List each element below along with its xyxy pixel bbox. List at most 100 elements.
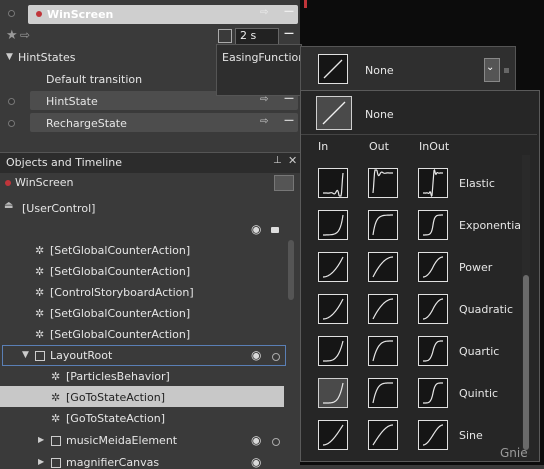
easing-tile-quadratic-in[interactable] [318, 294, 348, 324]
media-element-icon [51, 436, 61, 446]
usercontrol-label[interactable]: [UserControl] [22, 202, 95, 215]
easing-tile-quintic-inout[interactable] [418, 378, 448, 408]
rechargestate-add-transition-icon[interactable]: ⇨ [260, 116, 268, 127]
add-state-icon[interactable]: ⇨ [20, 28, 30, 42]
easing-preview-label[interactable]: None [365, 108, 394, 121]
easing-tile-sine-out[interactable] [368, 420, 398, 450]
easing-curve-icon [423, 298, 443, 320]
easing-function-label-elastic: Elastic [459, 177, 495, 190]
easing-tile-power-inout[interactable] [418, 252, 448, 282]
rechargestate-dot[interactable] [8, 120, 15, 127]
expand-arrow-icon[interactable]: ▶ [38, 435, 44, 444]
easing-curve-icon [323, 298, 344, 320]
behavior-icon: ✲ [35, 328, 45, 341]
combobox-grip [504, 68, 509, 73]
grid-icon [35, 351, 45, 361]
easing-function-label: EasingFunction [222, 51, 306, 64]
easing-curve-icon [323, 340, 344, 362]
expand-arrow-icon[interactable]: ▼ [6, 52, 13, 62]
chevron-down-icon: ⌄ [486, 62, 495, 73]
easing-tile-exponential-out[interactable] [368, 210, 398, 240]
close-panel-icon[interactable]: ✕ [288, 154, 297, 167]
remove-transition-icon[interactable]: — [284, 28, 294, 39]
easing-tile-sine-inout[interactable] [418, 420, 448, 450]
scope-up-icon[interactable]: ⏏ [4, 200, 13, 211]
easing-combobox-preview [318, 54, 348, 84]
rechargestate-remove-icon[interactable]: — [284, 115, 294, 126]
tree-item-label[interactable]: [GoToStateAction] [66, 391, 165, 404]
tree-item-label[interactable]: magnifierCanvas [66, 456, 159, 469]
easing-curve-icon [323, 214, 344, 236]
scope-record-icon [5, 180, 11, 186]
state-group-dot[interactable] [8, 10, 15, 17]
tree-item-label[interactable]: [SetGlobalCounterAction] [50, 265, 190, 278]
tree-scrollbar-thumb[interactable] [288, 240, 294, 300]
easing-tile-quadratic-inout[interactable] [418, 294, 448, 324]
tree-item-label[interactable]: [SetGlobalCounterAction] [50, 244, 190, 257]
layoutroot-label: LayoutRoot [50, 349, 113, 362]
behavior-icon: ✲ [51, 412, 61, 425]
easing-curve-icon [372, 382, 393, 404]
easing-tile-quartic-out[interactable] [368, 336, 398, 366]
hintstate-label: HintState [46, 95, 98, 108]
behavior-icon: ✲ [35, 265, 45, 278]
easing-curve-icon [323, 256, 344, 278]
transition-preview-icon[interactable] [218, 29, 232, 43]
easing-curve-icon [372, 340, 393, 362]
timeline-view-button[interactable] [274, 175, 294, 191]
none-easing-tile[interactable] [316, 96, 352, 130]
easing-curve-icon [372, 214, 393, 236]
easing-curve-icon [423, 256, 443, 278]
easing-tile-quintic-out[interactable] [368, 378, 398, 408]
easing-tile-quintic-in[interactable] [318, 378, 348, 408]
tree-item-label[interactable]: musicMeidaElement [66, 434, 177, 447]
easing-tile-exponential-in[interactable] [318, 210, 348, 240]
behavior-icon: ✲ [35, 244, 45, 257]
star-icon[interactable]: ★ [6, 28, 18, 43]
visibility-header-icon[interactable]: ◉ [251, 222, 261, 236]
duration-value: 2 s [240, 29, 257, 42]
tree-item-label[interactable]: [GoToStateAction] [66, 412, 165, 425]
record-icon [36, 11, 42, 17]
easing-curve-icon [372, 169, 393, 194]
easing-tile-elastic-inout[interactable] [418, 168, 448, 198]
easing-tile-quartic-inout[interactable] [418, 336, 448, 366]
collapse-arrow-icon[interactable]: ▼ [22, 350, 29, 360]
easing-curve-icon [323, 382, 344, 404]
easing-function-label-power: Power [459, 261, 493, 274]
remove-state-icon[interactable]: — [284, 6, 294, 17]
easing-tile-power-in[interactable] [318, 252, 348, 282]
tree-item-label[interactable]: [SetGlobalCounterAction] [50, 328, 190, 341]
easing-tile-elastic-in[interactable] [318, 168, 348, 198]
layoutroot-visibility-icon[interactable]: ◉ [251, 348, 261, 362]
tree-item-label[interactable]: [ControlStoryboardAction] [50, 286, 194, 299]
easing-tile-elastic-out[interactable] [368, 168, 398, 198]
tree-item-label[interactable]: [ParticlesBehavior] [66, 370, 170, 383]
layoutroot-lock-icon[interactable] [272, 353, 280, 361]
easing-curve-icon [423, 214, 443, 236]
easing-tile-power-out[interactable] [368, 252, 398, 282]
easing-tile-exponential-inout[interactable] [418, 210, 448, 240]
default-transition-label[interactable]: Default transition [46, 73, 142, 86]
add-transition-icon[interactable]: ⇨ [260, 7, 268, 18]
behavior-icon: ✲ [51, 391, 61, 404]
easing-curve-icon [372, 256, 393, 278]
watermark-text: Gnie [500, 446, 528, 460]
scope-label[interactable]: WinScreen [15, 176, 73, 189]
lock-header-icon[interactable] [271, 227, 279, 233]
easing-tile-sine-in[interactable] [318, 420, 348, 450]
dropdown-scrollbar-thumb[interactable] [523, 275, 529, 450]
lock-toggle-icon[interactable] [272, 438, 280, 446]
hintstate-dot[interactable] [8, 98, 15, 105]
easing-curve-icon [323, 424, 344, 446]
easing-tile-quadratic-out[interactable] [368, 294, 398, 324]
pin-icon[interactable]: ⊥ [273, 155, 282, 166]
easing-tile-quartic-in[interactable] [318, 336, 348, 366]
behavior-icon: ✲ [51, 370, 61, 383]
visibility-icon[interactable]: ◉ [251, 455, 261, 469]
visibility-icon[interactable]: ◉ [251, 433, 261, 447]
tree-item-label[interactable]: [SetGlobalCounterAction] [50, 307, 190, 320]
column-header-inout: InOut [419, 140, 450, 153]
artboard-edge [304, 0, 307, 8]
easing-function-label-exponential: Exponential [459, 219, 525, 232]
